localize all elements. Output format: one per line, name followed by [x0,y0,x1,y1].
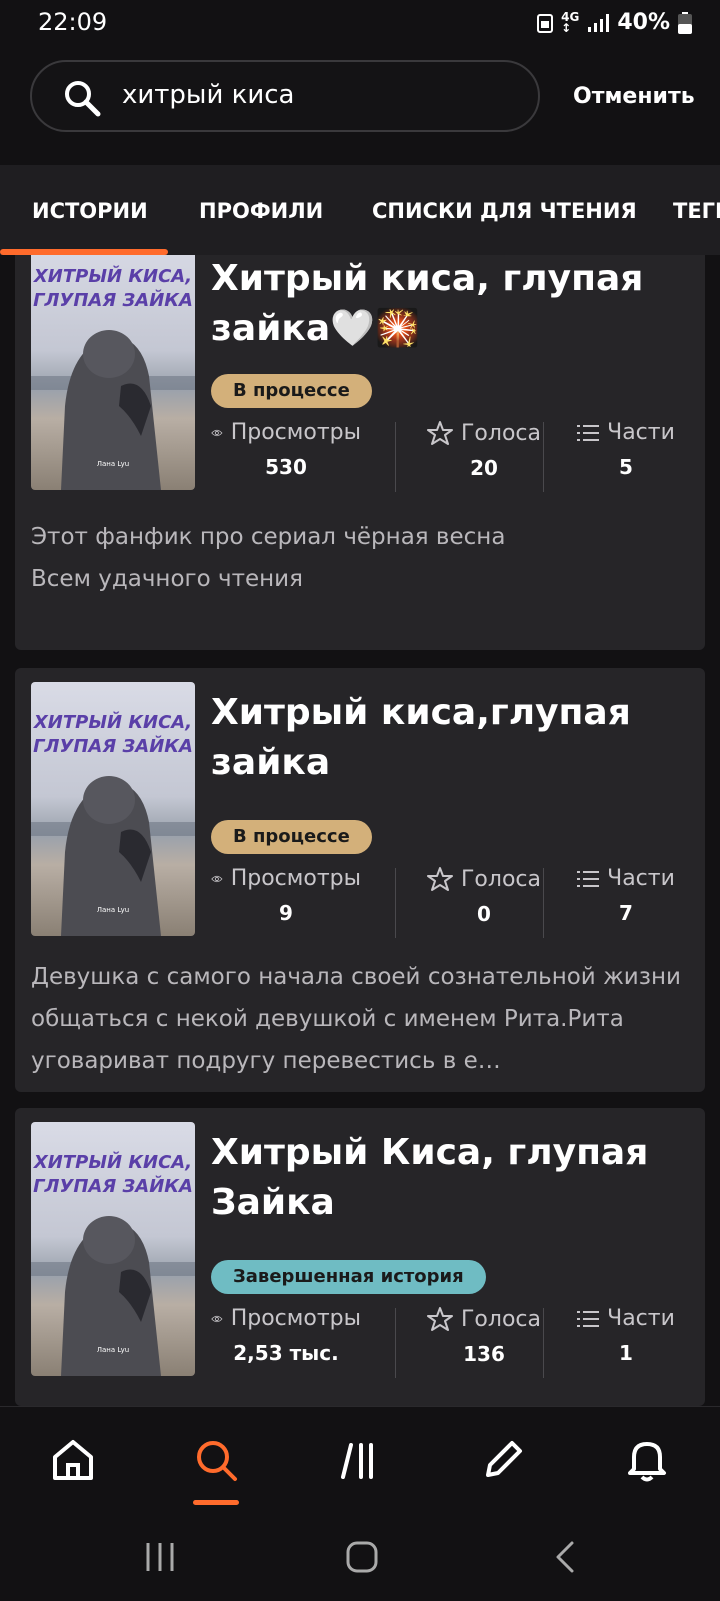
divider [543,422,544,492]
tab-reading-lists[interactable]: СПИСКИ ДЛЯ ЧТЕНИЯ [372,199,637,223]
active-tab-indicator [0,249,168,255]
divider [543,1308,544,1378]
divider [543,868,544,938]
story-description: Девушка с самого начала своей сознательн… [31,964,681,1074]
svg-text:ГЛУПАЯ ЗАЙКА: ГЛУПАЯ ЗАЙКА [33,1175,193,1197]
votes-count: 0 [477,902,491,926]
home-icon[interactable] [50,1437,96,1483]
tab-bar-overlay: ИСТОРИИ ПРОФИЛИ СПИСКИ ДЛЯ ЧТЕНИЯ ТЕГИ [0,165,720,255]
star-icon [427,421,453,445]
eye-icon [211,429,223,436]
story-card[interactable]: ХИТРЫЙ КИСА, ГЛУПАЯ ЗАЙКА Лана Lyu Хитры… [15,240,705,650]
parts-stat: Части 7 [551,866,701,925]
parts-stat: Части 1 [551,1306,701,1365]
parts-count: 7 [619,901,633,925]
back-icon[interactable] [546,1537,586,1577]
story-cover[interactable]: ХИТРЫЙ КИСА, ГЛУПАЯ ЗАЙКА Лана Lyu [31,240,195,490]
recent-apps-icon[interactable] [140,1537,180,1577]
views-stat: Просмотры 9 [211,866,361,925]
parts-count: 1 [619,1341,633,1365]
svg-text:ГЛУПАЯ ЗАЙКА: ГЛУПАЯ ЗАЙКА [33,289,193,311]
tab-profiles[interactable]: ПРОФИЛИ [199,199,323,223]
story-cover[interactable]: ХИТРЫЙ КИСА, ГЛУПАЯ ЗАЙКА Лана Lyu [31,682,195,936]
battery-percent: 40% [617,10,670,35]
views-stat: Просмотры 2,53 тыс. [211,1306,361,1365]
search-icon [65,81,101,117]
active-nav-indicator [193,1500,239,1505]
library-icon[interactable] [337,1437,383,1483]
story-card[interactable]: ХИТРЫЙ КИСА, ГЛУПАЯ ЗАЙКА Лана Lyu Хитры… [15,1108,705,1406]
eye-icon [211,1315,223,1322]
votes-count: 136 [463,1342,505,1366]
views-count: 9 [279,901,293,925]
star-icon [427,1307,453,1331]
votes-stat: Голоса 136 [409,1306,559,1366]
story-title[interactable]: Хитрый киса, глупая зайка🤍🎇 [211,254,681,354]
tab-stories[interactable]: ИСТОРИИ [32,199,148,223]
battery-icon [678,11,692,34]
status-badge: Завершенная история [211,1260,486,1294]
status-badge: В процессе [211,374,372,408]
parts-stat: Части 5 [551,420,701,479]
divider [395,1308,396,1378]
story-description: Этот фанфик про сериал чёрная весна Всем… [31,524,506,592]
status-bar: 22:09 4G ↕ 40% [0,0,720,48]
svg-text:ГЛУПАЯ ЗАЙКА: ГЛУПАЯ ЗАЙКА [33,735,193,757]
list-icon [577,424,600,441]
votes-count: 20 [470,456,498,480]
votes-stat: Голоса 0 [409,866,559,926]
search-bar[interactable]: хитрый киса [30,60,540,132]
status-badge: В процессе [211,820,372,854]
parts-count: 5 [619,455,633,479]
status-time: 22:09 [38,8,108,36]
bottom-nav [0,1406,720,1601]
star-icon [427,867,453,891]
alarm-icon [537,13,554,33]
views-count: 530 [265,455,307,479]
svg-text:Лана Lyu: Лана Lyu [97,1346,129,1354]
list-icon [577,1310,600,1327]
svg-text:ХИТРЫЙ КИСА,: ХИТРЫЙ КИСА, [33,711,192,733]
divider [395,422,396,492]
cancel-button[interactable]: Отменить [573,84,695,109]
svg-text:Лана Lyu: Лана Lyu [97,906,129,914]
home-button-icon[interactable] [342,1537,382,1577]
signal-icon [588,13,610,32]
views-stat: Просмотры 530 [211,420,361,479]
search-input[interactable]: хитрый киса [122,80,294,110]
tab-tags[interactable]: ТЕГИ [673,199,720,223]
network-type: 4G ↕ [561,9,580,35]
svg-text:Лана Lyu: Лана Lyu [97,460,129,468]
story-card[interactable]: ХИТРЫЙ КИСА, ГЛУПАЯ ЗАЙКА Лана Lyu Хитры… [15,668,705,1092]
status-icons: 4G ↕ 40% [537,10,692,35]
story-title[interactable]: Хитрый Киса, глупая Зайка [211,1128,681,1228]
write-icon[interactable] [480,1437,526,1483]
eye-icon [211,875,223,882]
votes-stat: Голоса 20 [409,420,559,480]
svg-text:ХИТРЫЙ КИСА,: ХИТРЫЙ КИСА, [33,1151,192,1173]
views-count: 2,53 тыс. [233,1341,339,1365]
divider [395,868,396,938]
list-icon [577,870,600,887]
story-cover[interactable]: ХИТРЫЙ КИСА, ГЛУПАЯ ЗАЙКА Лана Lyu [31,1122,195,1376]
notifications-icon[interactable] [624,1437,670,1483]
story-title[interactable]: Хитрый киса,глупая зайка [211,688,681,788]
svg-text:ХИТРЫЙ КИСА,: ХИТРЫЙ КИСА, [33,265,192,287]
search-icon[interactable] [193,1437,239,1483]
